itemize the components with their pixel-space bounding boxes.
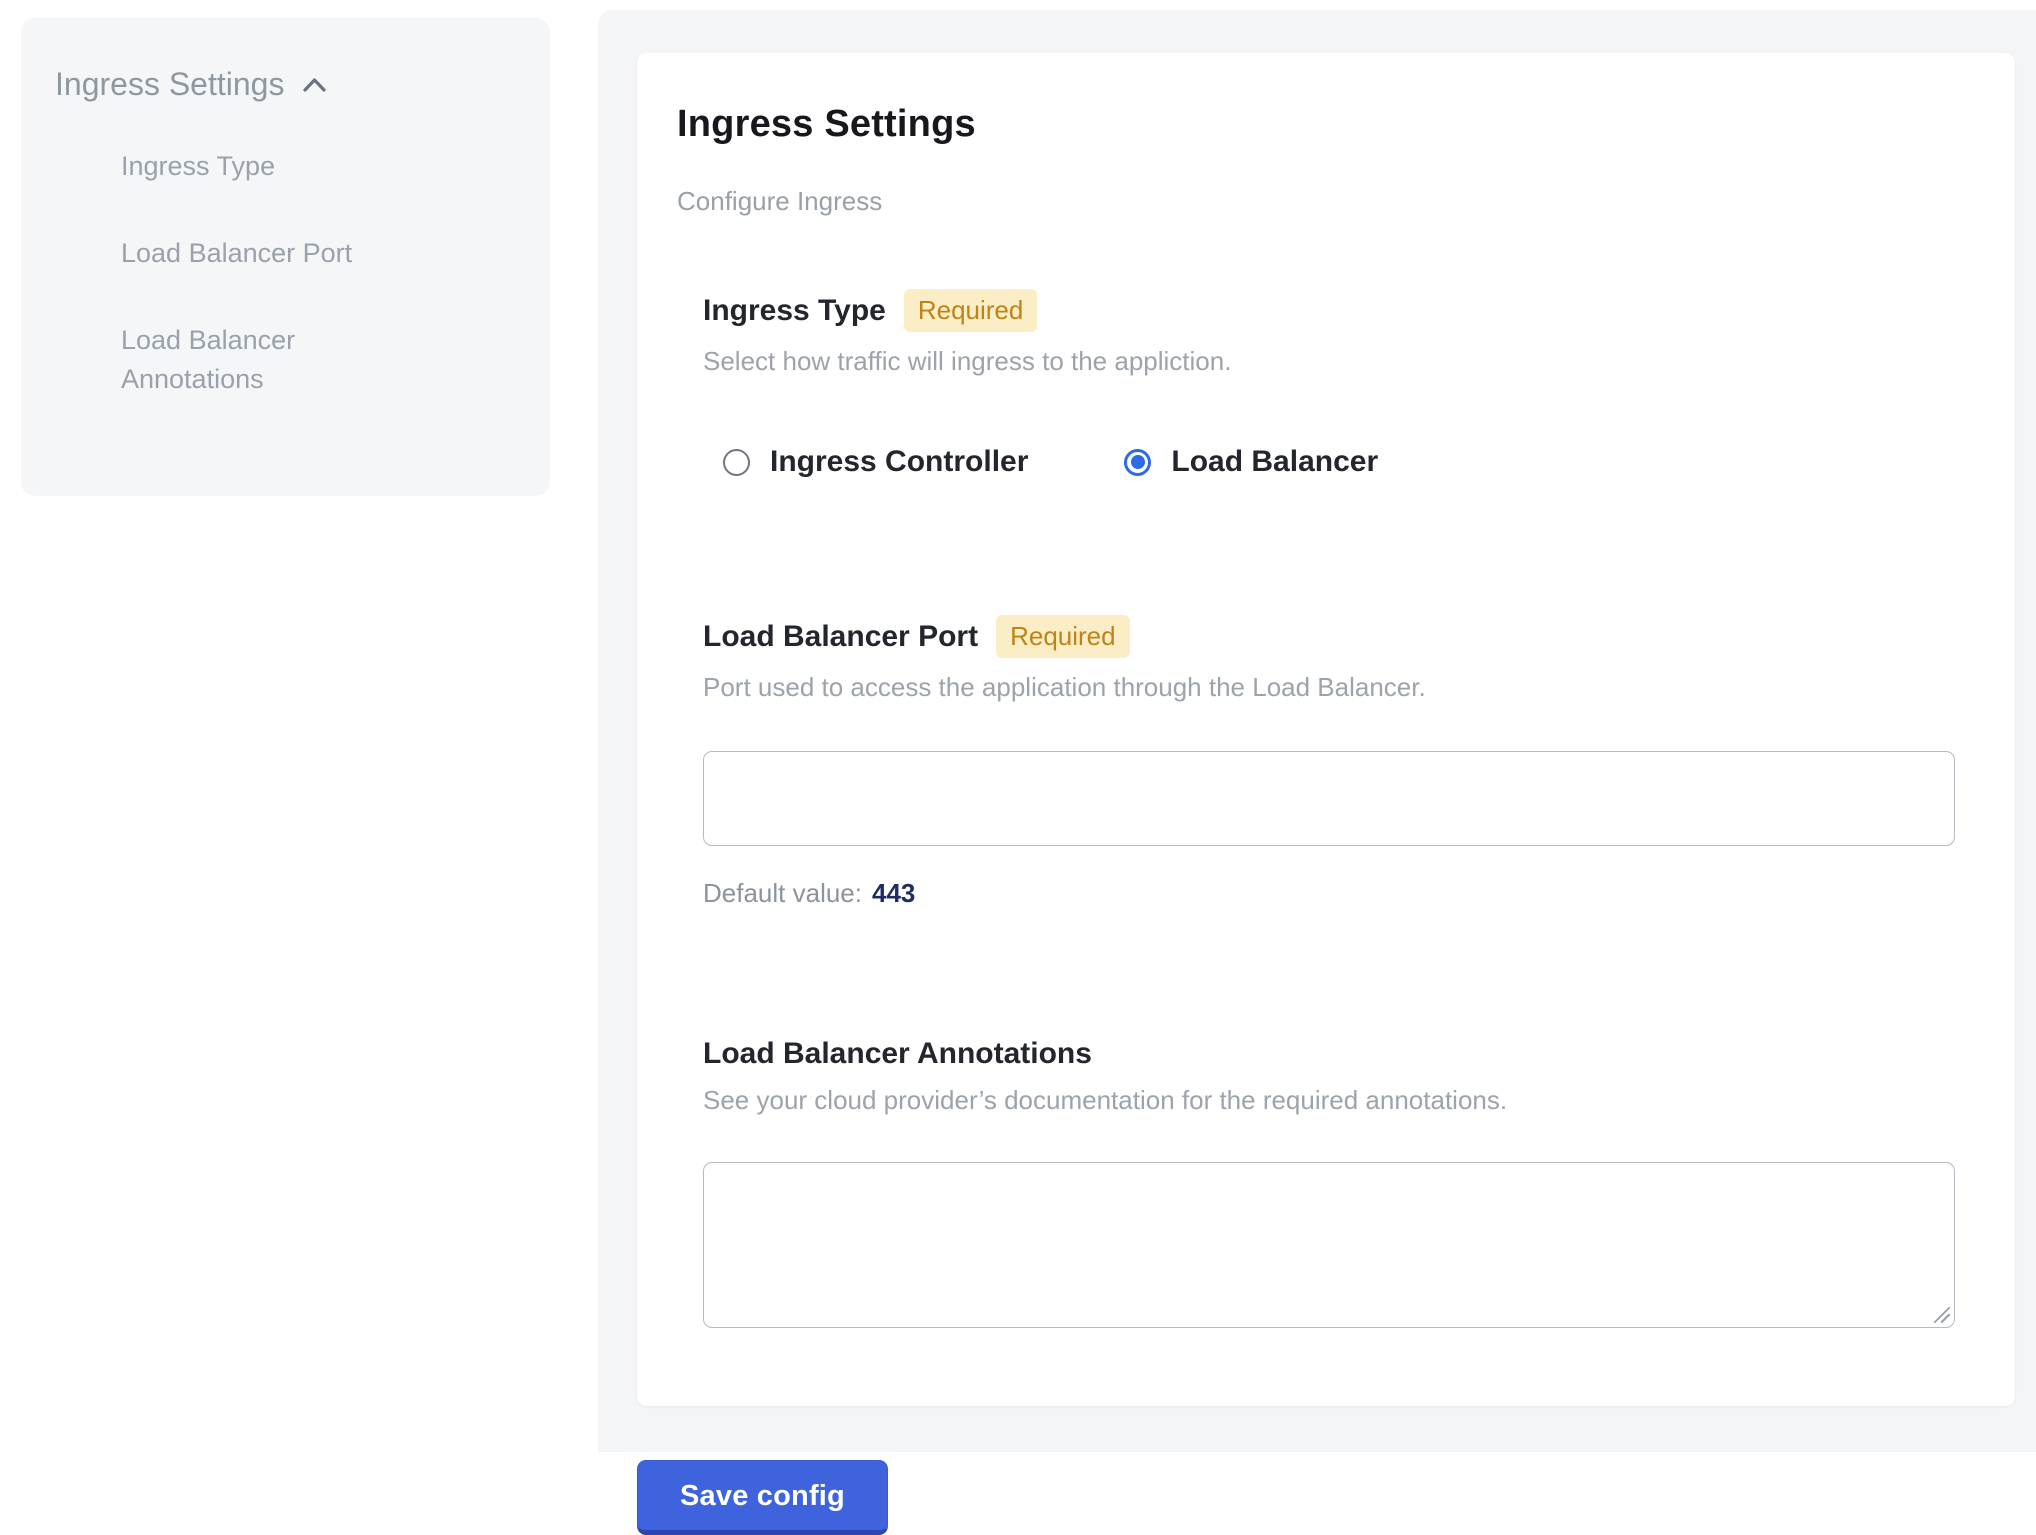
page-title: Ingress Settings bbox=[677, 103, 1967, 146]
radio-load-balancer[interactable] bbox=[1124, 449, 1151, 476]
sidebar-item-list: Ingress Type Load Balancer Port Load Bal… bbox=[121, 147, 516, 400]
radio-option-load-balancer[interactable]: Load Balancer bbox=[1124, 445, 1378, 479]
load-balancer-port-input[interactable] bbox=[703, 751, 1955, 846]
lb-port-required-badge: Required bbox=[996, 615, 1130, 658]
lb-port-heading: Load Balancer Port bbox=[703, 620, 978, 654]
radio-option-ingress-controller[interactable]: Ingress Controller bbox=[723, 445, 1028, 479]
radio-label-load-balancer: Load Balancer bbox=[1171, 445, 1378, 479]
sidebar-item-load-balancer-port[interactable]: Load Balancer Port bbox=[121, 234, 516, 273]
settings-sidebar: Ingress Settings Ingress Type Load Balan… bbox=[21, 18, 550, 496]
page-subtitle: Configure Ingress bbox=[677, 186, 1967, 217]
chevron-up-icon bbox=[302, 77, 327, 93]
sidebar-item-ingress-type[interactable]: Ingress Type bbox=[121, 147, 516, 186]
ingress-type-description: Select how traffic will ingress to the a… bbox=[703, 346, 1967, 377]
load-balancer-annotations-textarea[interactable] bbox=[703, 1162, 1955, 1328]
ingress-type-radio-group: Ingress Controller Load Balancer bbox=[723, 445, 1967, 479]
radio-label-ingress-controller: Ingress Controller bbox=[770, 445, 1028, 479]
default-value: 443 bbox=[872, 878, 915, 908]
lb-port-default-line: Default value: 443 bbox=[703, 878, 1967, 909]
section-load-balancer-annotations: Load Balancer Annotations See your cloud… bbox=[703, 1037, 1967, 1328]
radio-ingress-controller[interactable] bbox=[723, 449, 750, 476]
section-load-balancer-port: Load Balancer Port Required Port used to… bbox=[703, 615, 1967, 909]
lb-annotations-textarea-wrap bbox=[703, 1162, 1955, 1328]
lb-annotations-heading: Load Balancer Annotations bbox=[703, 1037, 1092, 1071]
sidebar-section-label: Ingress Settings bbox=[55, 66, 284, 103]
main-panel: Ingress Settings Configure Ingress Ingre… bbox=[598, 10, 2036, 1452]
lb-annotations-description: See your cloud provider’s documentation … bbox=[703, 1085, 1967, 1116]
save-config-button[interactable]: Save config bbox=[637, 1460, 888, 1535]
sidebar-section-ingress-settings[interactable]: Ingress Settings bbox=[55, 66, 516, 103]
ingress-type-heading: Ingress Type bbox=[703, 294, 886, 328]
sidebar-item-load-balancer-annotations[interactable]: Load Balancer Annotations bbox=[121, 321, 381, 399]
section-ingress-type: Ingress Type Required Select how traffic… bbox=[703, 289, 1967, 479]
lb-port-description: Port used to access the application thro… bbox=[703, 672, 1967, 703]
default-value-label: Default value: bbox=[703, 878, 862, 908]
ingress-type-required-badge: Required bbox=[904, 289, 1038, 332]
ingress-settings-card: Ingress Settings Configure Ingress Ingre… bbox=[637, 53, 2015, 1406]
